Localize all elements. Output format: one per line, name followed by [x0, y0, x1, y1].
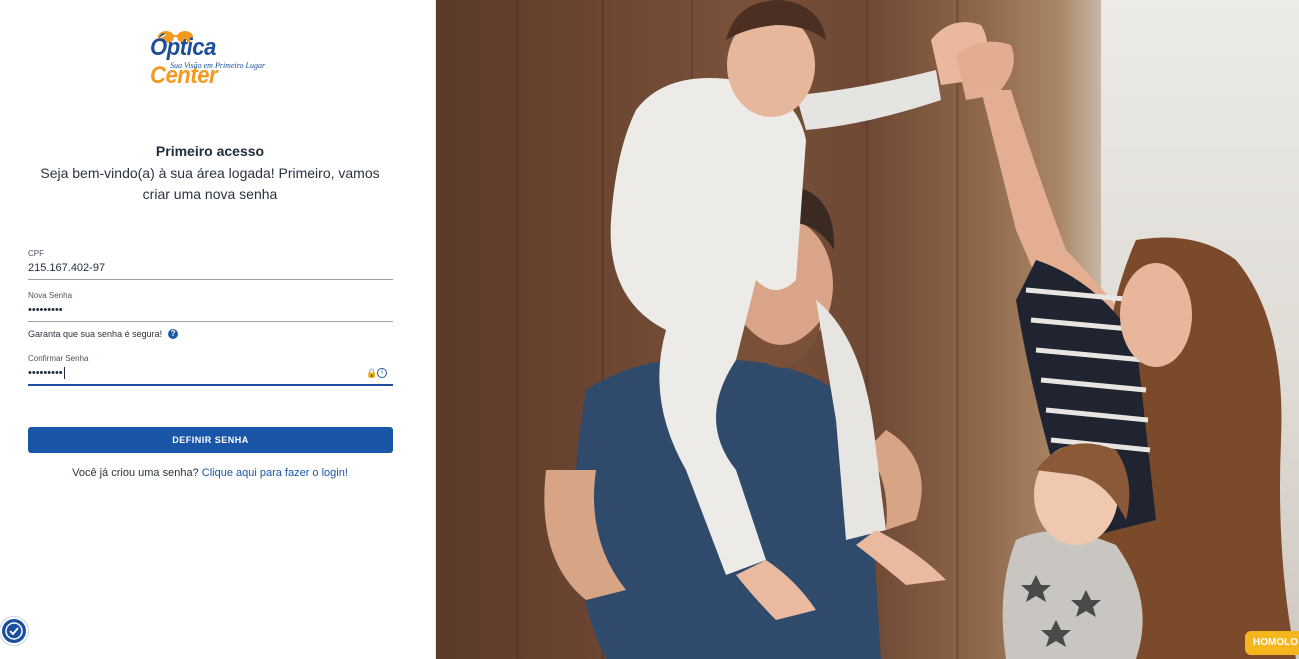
- logo-tagline: Sua Visão em Primeiro Lugar: [170, 61, 266, 70]
- new-password-label: Nova Senha: [28, 291, 73, 300]
- define-password-button[interactable]: DEFINIR SENHA: [28, 427, 393, 453]
- confirm-password-underline: [28, 384, 393, 386]
- info-icon[interactable]: i: [377, 368, 387, 378]
- environment-badge: HOMOLO: [1245, 631, 1299, 655]
- accessibility-icon: [5, 622, 23, 640]
- text-caret: [63, 367, 65, 380]
- confirm-password-label: Confirmar Senha: [28, 354, 89, 363]
- password-hint: Garanta que sua senha é segura! ?: [28, 329, 179, 339]
- password-manager-icons[interactable]: 🔒 i: [366, 368, 387, 378]
- cpf-input[interactable]: 215.167.402-97: [28, 262, 393, 278]
- cpf-underline: [28, 279, 393, 280]
- page-title: Primeiro acesso: [155, 143, 265, 159]
- confirm-password-field[interactable]: Confirmar Senha ••••••••• 🔒 i: [28, 354, 393, 386]
- login-prompt: Você já criou uma senha? Clique aqui par…: [0, 467, 420, 479]
- question-circle-icon[interactable]: ?: [168, 329, 179, 339]
- new-password-input[interactable]: •••••••••: [28, 304, 393, 320]
- login-prompt-text: Você já criou uma senha?: [72, 467, 199, 479]
- logo-brand-first: Óptica: [150, 34, 216, 61]
- accessibility-button[interactable]: [0, 617, 28, 645]
- confirm-password-input[interactable]: •••••••••: [28, 367, 393, 383]
- lock-icon[interactable]: 🔒: [366, 368, 377, 378]
- new-password-underline: [28, 321, 393, 322]
- confirm-password-value: •••••••••: [28, 367, 63, 379]
- login-panel: Óptica Center Sua Visão em Primeiro Luga…: [0, 0, 436, 659]
- page: Óptica Center Sua Visão em Primeiro Luga…: [0, 0, 1299, 659]
- login-link[interactable]: Clique aqui para fazer o login!: [202, 467, 348, 479]
- password-hint-text: Garanta que sua senha é segura!: [28, 329, 163, 339]
- new-password-field[interactable]: Nova Senha •••••••••: [28, 291, 393, 322]
- welcome-text: Seja bem-vindo(a) à sua área logada! Pri…: [40, 165, 380, 202]
- family-illustration: [544, 0, 1296, 659]
- cpf-field[interactable]: CPF 215.167.402-97: [28, 249, 393, 280]
- brand-logo: Óptica Center Sua Visão em Primeiro Luga…: [150, 28, 290, 89]
- cpf-label: CPF: [28, 249, 44, 258]
- hero-photo: HOMOLO: [436, 0, 1299, 659]
